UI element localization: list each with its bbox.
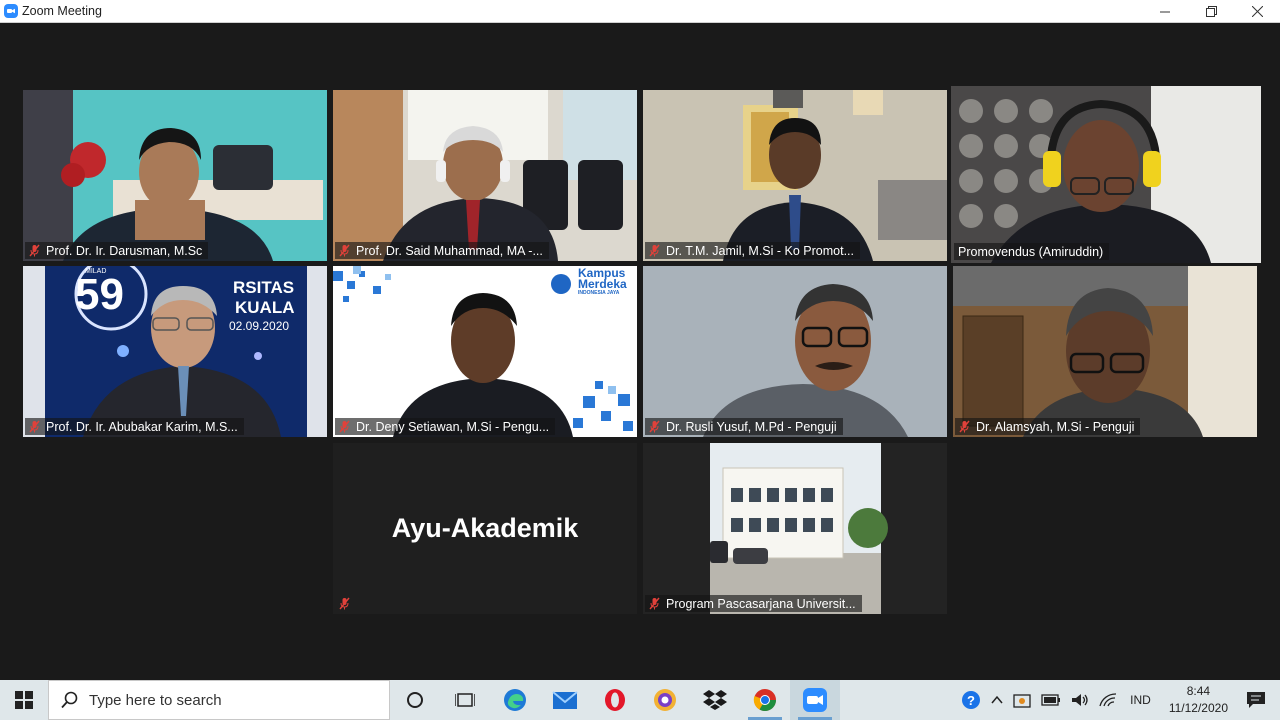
muted-microphone-icon xyxy=(649,244,660,257)
chrome-taskbar-button[interactable] xyxy=(740,680,790,720)
opera-taskbar-button[interactable] xyxy=(590,680,640,720)
participant-name-tag: Dr. Rusli Yusuf, M.Pd - Penguji xyxy=(645,418,843,435)
restore-button[interactable] xyxy=(1188,0,1234,23)
volume-button[interactable] xyxy=(1066,680,1094,720)
window-title: Zoom Meeting xyxy=(22,4,102,18)
taskbar-search-box[interactable]: Type here to search xyxy=(48,680,390,720)
zoom-video-icon xyxy=(803,688,827,712)
muted-microphone-icon xyxy=(959,420,970,433)
participant-name-tag: Program Pascasarjana Universit... xyxy=(645,595,862,612)
participant-video xyxy=(643,266,947,437)
speaker-volume-icon xyxy=(1072,694,1088,706)
participant-video xyxy=(23,90,327,261)
banner-word-1: RSITAS xyxy=(233,278,295,297)
participant-name-tag: Prof. Dr. Said Muhammad, MA -... xyxy=(335,242,549,259)
windows-taskbar: Type here to search ? IND 8:44 11/12/202… xyxy=(0,680,1280,720)
video-tile[interactable]: Prof. Dr. Ir. Darusman, M.Sc xyxy=(23,90,327,261)
participant-video xyxy=(643,90,947,261)
anniversary-number: 59 xyxy=(75,270,124,319)
zoom-app-icon xyxy=(4,4,18,18)
participant-name-tag: Prof. Dr. Ir. Abubakar Karim, M.S... xyxy=(25,418,244,435)
task-view-button[interactable] xyxy=(440,680,490,720)
video-tile[interactable]: MILAD 59 RSITAS KUALA 02.09.2020 Prof. D… xyxy=(23,266,327,437)
battery-icon xyxy=(1041,694,1061,706)
opera-browser-icon xyxy=(605,689,625,711)
cortana-circle-icon xyxy=(407,692,423,708)
edge-taskbar-button[interactable] xyxy=(490,680,540,720)
search-icon xyxy=(61,691,78,709)
help-tray-button[interactable]: ? xyxy=(956,680,986,720)
edge-browser-icon xyxy=(504,689,526,711)
restore-icon xyxy=(1205,6,1217,17)
muted-microphone-icon xyxy=(339,420,350,433)
video-tile[interactable]: Dr. T.M. Jamil, M.Si - Ko Promot... xyxy=(643,90,947,261)
participant-video xyxy=(333,90,637,261)
meeting-gallery: Prof. Dr. Ir. Darusman, M.Sc Prof. Dr. S… xyxy=(0,23,1280,680)
colorful-circle-app-icon xyxy=(654,689,676,711)
show-hidden-icons-button[interactable] xyxy=(986,680,1008,720)
dropbox-taskbar-button[interactable] xyxy=(690,680,740,720)
video-tile[interactable]: Program Pascasarjana Universit... xyxy=(643,443,947,614)
muted-microphone-icon xyxy=(339,597,350,610)
wifi-button[interactable] xyxy=(1094,680,1122,720)
tray-app-icon xyxy=(1013,694,1031,708)
participant-name-tag: Dr. T.M. Jamil, M.Si - Ko Promot... xyxy=(645,242,860,259)
video-tile-active-speaker[interactable]: Promovendus (Amiruddin) xyxy=(951,86,1261,263)
help-question-icon: ? xyxy=(962,691,981,709)
close-icon xyxy=(1251,6,1263,17)
participant-name-tag: Prof. Dr. Ir. Darusman, M.Sc xyxy=(25,242,209,259)
notification-icon xyxy=(1247,692,1265,708)
cortana-button[interactable] xyxy=(390,680,440,720)
windows-logo-icon xyxy=(15,691,33,709)
mail-icon xyxy=(552,691,578,709)
kampus-merdeka-logo: Kampus Merdeka INDONESIA JAYA xyxy=(578,266,627,296)
participant-name-tag xyxy=(335,595,362,612)
video-tile-camera-off[interactable]: Ayu-Akademik xyxy=(333,443,637,614)
video-tile[interactable]: Prof. Dr. Said Muhammad, MA -... xyxy=(333,90,637,261)
tray-app-button[interactable] xyxy=(1008,680,1036,720)
clock-time: 8:44 xyxy=(1186,684,1211,698)
taskbar-clock[interactable]: 8:44 11/12/2020 xyxy=(1159,683,1238,717)
close-button[interactable] xyxy=(1234,0,1280,23)
clock-date: 11/12/2020 xyxy=(1168,701,1228,715)
dropbox-icon xyxy=(703,690,727,710)
video-tile[interactable]: Kampus Merdeka INDONESIA JAYA Dr. Deny S… xyxy=(333,266,637,437)
muted-microphone-icon xyxy=(29,420,40,433)
minimize-icon xyxy=(1160,11,1170,12)
zoom-taskbar-button[interactable] xyxy=(790,680,840,720)
banner-date: 02.09.2020 xyxy=(229,319,290,333)
video-tile[interactable]: Dr. Alamsyah, M.Si - Penguji xyxy=(953,266,1257,437)
participant-video xyxy=(951,86,1261,263)
muted-microphone-icon xyxy=(29,244,40,257)
banner-word-2: KUALA xyxy=(235,298,295,317)
window-titlebar[interactable]: Zoom Meeting xyxy=(0,0,1280,23)
wifi-icon xyxy=(1099,693,1117,707)
mail-taskbar-button[interactable] xyxy=(540,680,590,720)
chevron-up-icon xyxy=(991,695,1003,704)
participant-display-name: Ayu-Akademik xyxy=(391,513,579,543)
participant-name-tag: Dr. Deny Setiawan, M.Si - Pengu... xyxy=(335,418,556,435)
system-tray: ? IND 8:44 11/12/2020 xyxy=(956,680,1280,720)
video-tile[interactable]: Dr. Rusli Yusuf, M.Pd - Penguji xyxy=(643,266,947,437)
svg-text:?: ? xyxy=(967,693,975,708)
participant-video xyxy=(643,443,947,614)
task-view-icon xyxy=(455,693,475,707)
muted-microphone-icon xyxy=(649,597,660,610)
minimize-button[interactable] xyxy=(1142,0,1188,23)
participant-video xyxy=(953,266,1257,437)
participant-name-tag: Dr. Alamsyah, M.Si - Penguji xyxy=(955,418,1141,435)
start-button[interactable] xyxy=(0,680,48,720)
photo-app-taskbar-button[interactable] xyxy=(640,680,690,720)
chrome-browser-icon xyxy=(753,689,776,711)
participant-name-tag: Promovendus (Amiruddin) xyxy=(954,243,1110,260)
input-language-indicator[interactable]: IND xyxy=(1122,680,1159,720)
battery-button[interactable] xyxy=(1036,680,1066,720)
muted-microphone-icon xyxy=(649,420,660,433)
muted-microphone-icon xyxy=(339,244,350,257)
action-center-button[interactable] xyxy=(1238,680,1280,720)
search-placeholder: Type here to search xyxy=(89,691,222,709)
